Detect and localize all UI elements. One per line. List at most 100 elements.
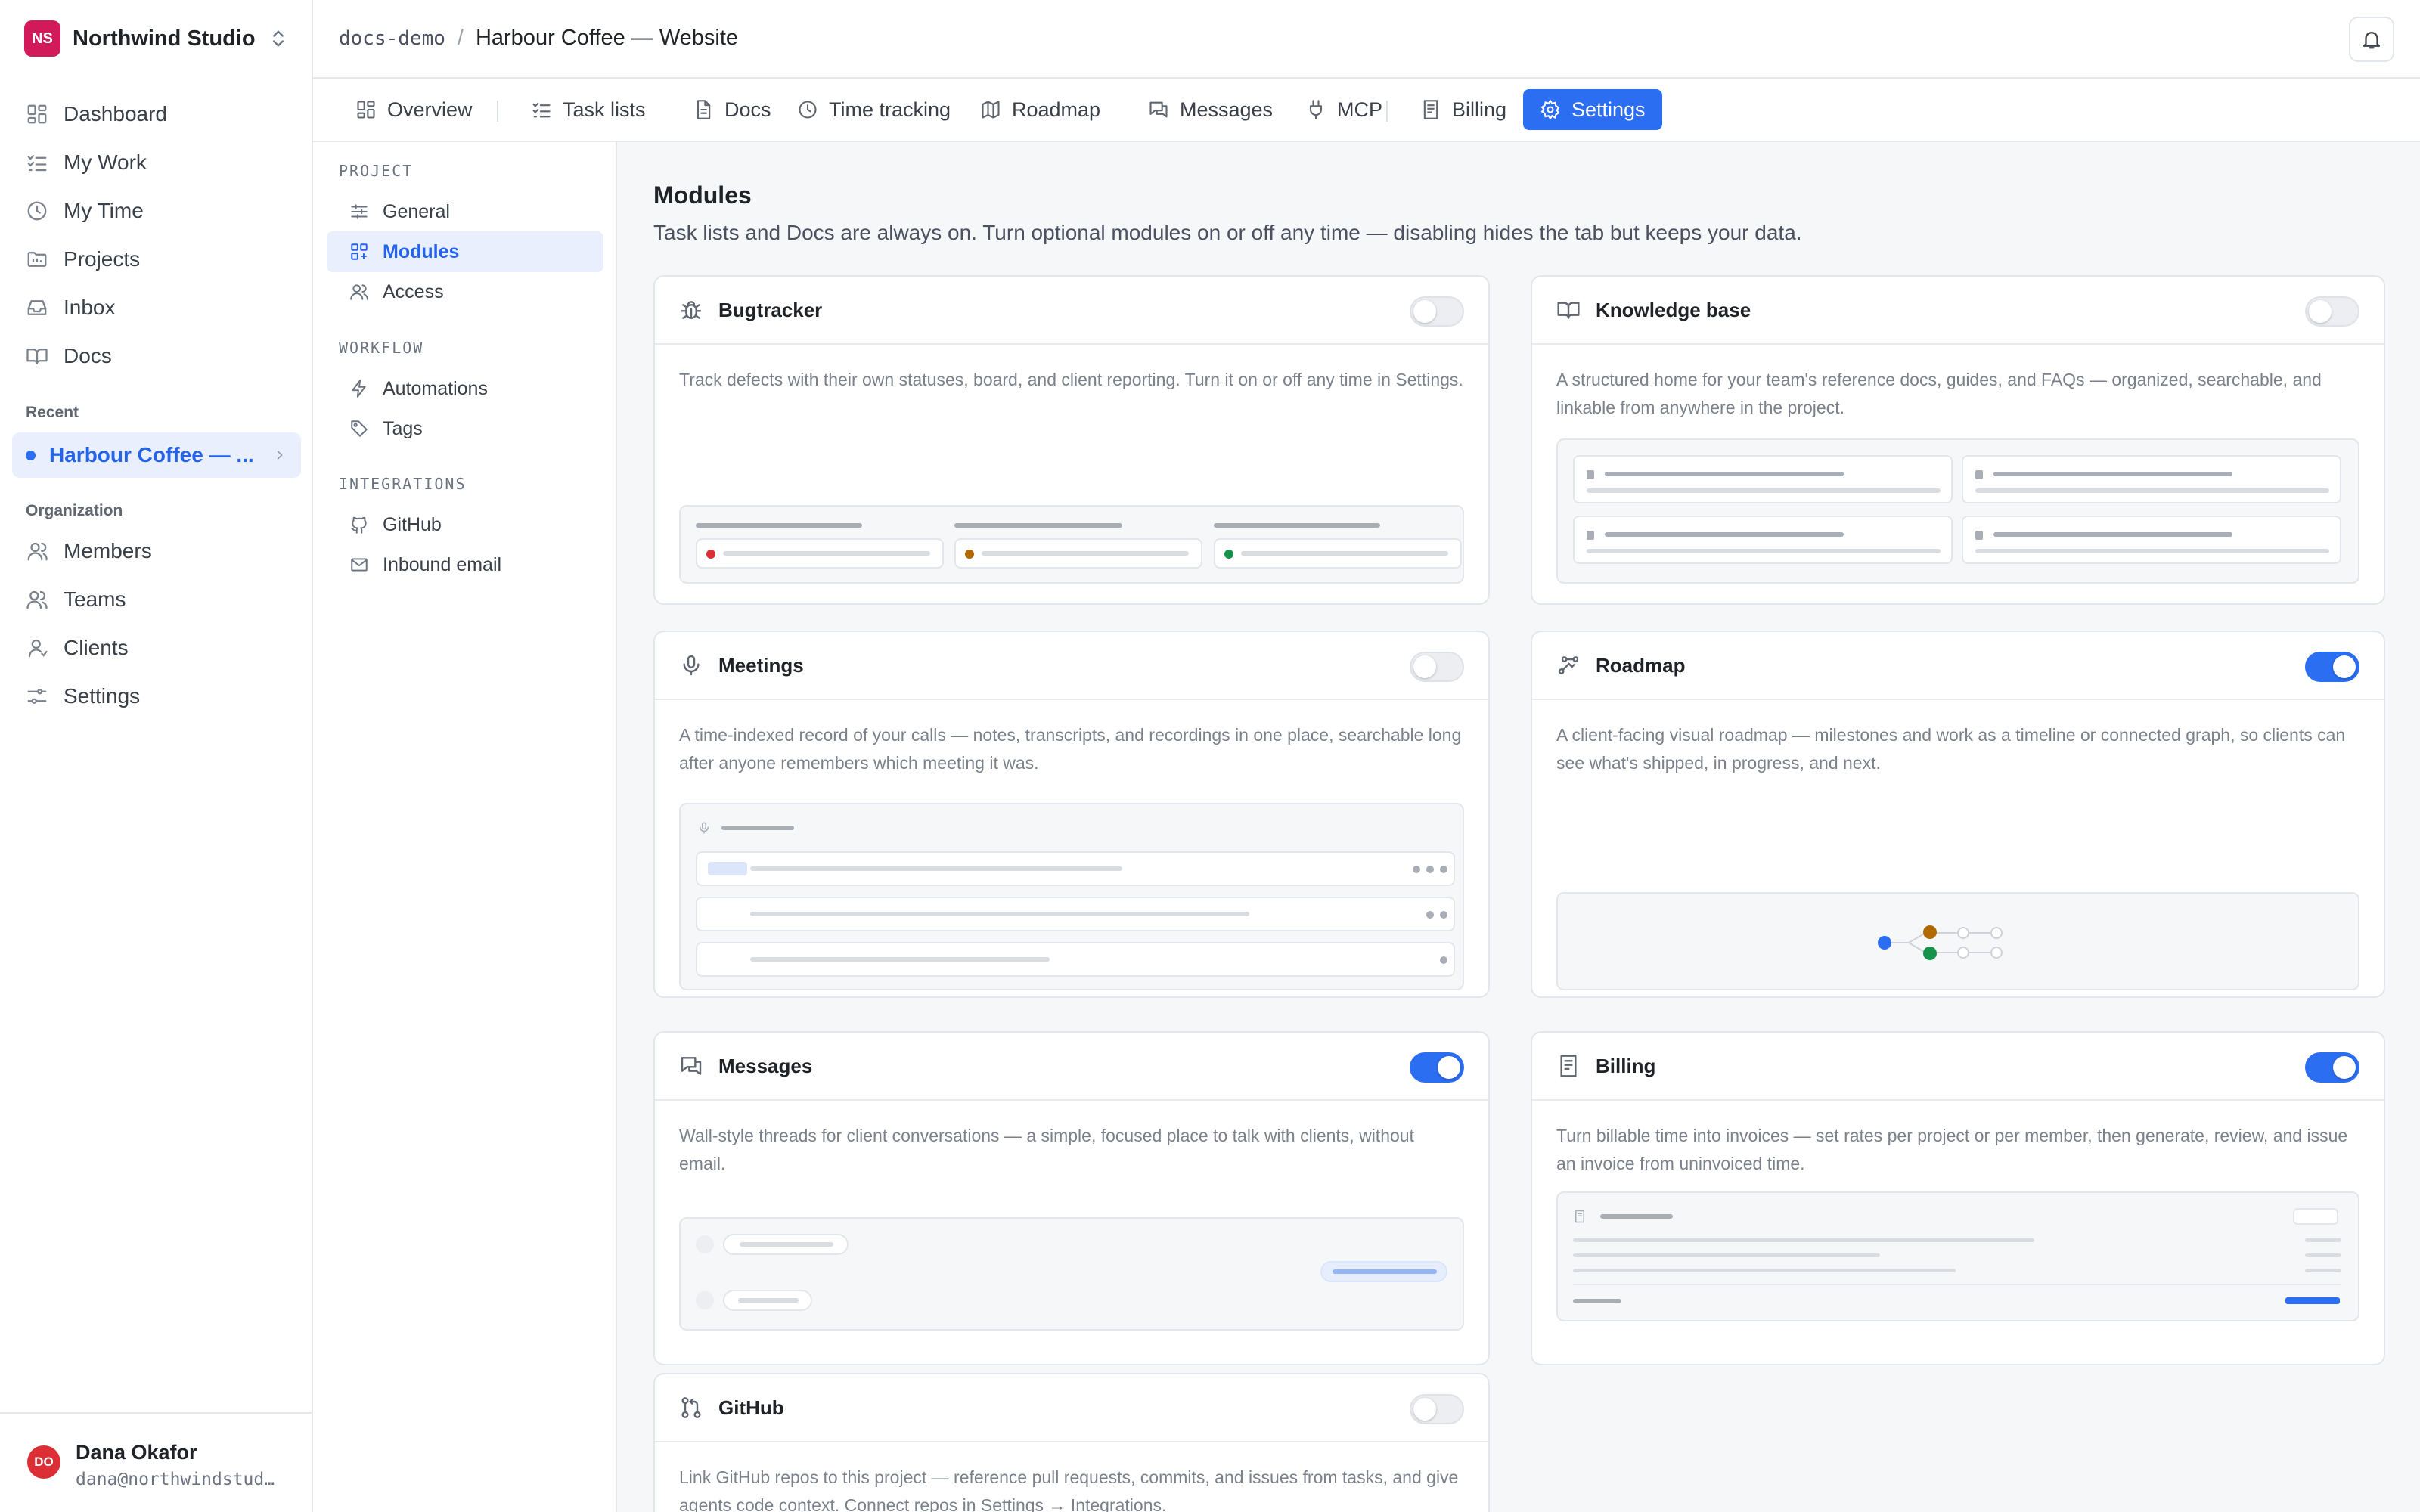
bug-icon	[681, 301, 702, 319]
module-description: Wall-style threads for client conversati…	[679, 1126, 1414, 1173]
nav-item-clients[interactable]: Clients	[12, 624, 301, 672]
user-icon	[27, 542, 48, 561]
module-toggle-knowledge-base[interactable]	[2305, 296, 2360, 327]
nav-label: Teams	[64, 587, 126, 611]
tab-mcp[interactable]: MCP	[1289, 89, 1399, 130]
sliders-icon	[27, 689, 47, 704]
workspace-switcher[interactable]: NS Northwind Studio	[24, 20, 289, 57]
messages-icon	[1150, 101, 1168, 118]
nav-item-projects[interactable]: Projects	[12, 235, 301, 284]
mail-icon	[351, 558, 368, 572]
tab-billing[interactable]: Billing	[1404, 89, 1523, 130]
users-icon	[350, 284, 368, 300]
users-icon	[26, 590, 48, 609]
clock-icon	[27, 201, 47, 221]
tab-time-tracking[interactable]: Time tracking	[780, 89, 967, 130]
module-toggle-github[interactable]	[1410, 1394, 1464, 1424]
settings-item-tags[interactable]: Tags	[327, 408, 603, 449]
nav-item-teams[interactable]: Teams	[12, 575, 301, 624]
tab-roadmap[interactable]: Roadmap	[963, 89, 1117, 130]
module-title: Messages	[718, 1054, 813, 1077]
organization-heading: Organization	[26, 502, 123, 519]
module-description: A structured home for your team's refere…	[1556, 370, 2322, 417]
nav-item-my-time[interactable]: My Time	[12, 187, 301, 235]
tab-task-lists[interactable]: Task lists	[514, 89, 662, 130]
notifications-button[interactable]	[2349, 17, 2394, 62]
bell-icon	[2363, 32, 2381, 49]
project-tabs: Overview Task lists Docs Time tracking R…	[313, 79, 2420, 142]
lightning-icon	[352, 380, 366, 398]
nav-item-docs[interactable]: Docs	[12, 332, 301, 380]
module-description: Turn billable time into invoices — set r…	[1556, 1126, 2348, 1173]
breadcrumb-workspace[interactable]: docs-demo	[339, 27, 445, 50]
module-toggle-meetings[interactable]	[1410, 652, 1464, 682]
module-title: Billing	[1596, 1054, 1656, 1077]
sliders-icon	[351, 204, 368, 219]
chevron-updown-icon	[273, 30, 284, 47]
nav-item-settings[interactable]: Settings	[12, 672, 301, 720]
recent-project-item[interactable]: Harbour Coffee — ...	[12, 432, 301, 478]
top-bar: docs-demo / Harbour Coffee — Website	[313, 0, 2420, 79]
module-title: Knowledge base	[1596, 298, 1751, 321]
settings-item-access[interactable]: Access	[327, 271, 603, 312]
tab-label: Roadmap	[1012, 98, 1101, 121]
sidebar: NS Northwind Studio Dashboard My Work My…	[0, 0, 313, 1512]
settings-nav: PROJECT General Modules Access WORKFLOW …	[313, 142, 617, 1512]
folder-icon	[27, 252, 47, 267]
tab-label: Time tracking	[829, 98, 951, 121]
settings-item-label: Modules	[383, 240, 460, 262]
module-toggle-billing[interactable]	[2305, 1052, 2360, 1083]
tab-overview[interactable]: Overview	[339, 89, 489, 130]
plug-icon	[1309, 100, 1323, 119]
tag-icon	[351, 420, 368, 437]
nav-label: My Work	[64, 150, 147, 174]
breadcrumb-separator: /	[457, 26, 464, 50]
tab-label: Task lists	[563, 98, 646, 121]
nav-label: Members	[64, 539, 152, 562]
module-description: Link GitHub repos to this project — refe…	[679, 1467, 1459, 1512]
github-icon	[351, 516, 367, 534]
tab-divider	[1386, 101, 1388, 122]
tab-label: MCP	[1337, 98, 1382, 121]
nav-label: Projects	[64, 247, 141, 271]
module-toggle-roadmap[interactable]	[2305, 652, 2360, 682]
clock-icon	[799, 101, 817, 119]
settings-item-inbound-email[interactable]: Inbound email	[327, 544, 603, 585]
settings-item-modules[interactable]: Modules	[327, 231, 603, 272]
primary-nav: Dashboard My Work My Time Projects Inbox…	[12, 90, 301, 380]
settings-item-label: Access	[383, 280, 444, 302]
settings-item-general[interactable]: General	[327, 191, 603, 232]
nav-item-my-work[interactable]: My Work	[12, 138, 301, 187]
nav-item-members[interactable]: Members	[12, 527, 301, 575]
tab-docs[interactable]: Docs	[676, 89, 788, 130]
map-icon	[982, 101, 1000, 119]
module-card-billing: Billing Turn billable time into invoices…	[1531, 1031, 2385, 1365]
module-toggle-messages[interactable]	[1410, 1052, 1464, 1083]
module-toggle-bugtracker[interactable]	[1410, 296, 1464, 327]
tab-settings[interactable]: Settings	[1523, 89, 1662, 130]
nav-item-dashboard[interactable]: Dashboard	[12, 90, 301, 138]
nav-item-inbox[interactable]: Inbox	[12, 284, 301, 332]
settings-group-heading: PROJECT	[339, 162, 414, 180]
module-card-bugtracker: Bugtracker Track defects with their own …	[653, 275, 1490, 605]
knowledge-base-preview	[1556, 438, 2360, 584]
nav-label: Docs	[64, 344, 112, 367]
roadmap-icon	[1558, 656, 1579, 674]
module-title: Meetings	[718, 653, 804, 677]
settings-group-heading: INTEGRATIONS	[339, 475, 467, 493]
settings-item-automations[interactable]: Automations	[327, 368, 603, 409]
nav-label: Settings	[64, 684, 141, 708]
settings-item-github[interactable]: GitHub	[327, 504, 603, 545]
book-icon	[1557, 302, 1580, 319]
user-profile[interactable]: DO Dana Okafor dana@northwindstud…	[0, 1412, 312, 1512]
messages-icon	[681, 1057, 702, 1075]
tab-messages[interactable]: Messages	[1131, 89, 1289, 130]
git-pull-request-icon	[681, 1397, 701, 1418]
page-subtitle: Task lists and Docs are always on. Turn …	[653, 221, 1802, 244]
inbox-icon	[27, 300, 47, 315]
doc-icon	[697, 100, 711, 119]
tab-label: Overview	[387, 98, 473, 121]
user-avatar: DO	[27, 1445, 60, 1479]
settings-item-label: Tags	[383, 417, 423, 439]
dashboard-icon	[27, 104, 47, 124]
